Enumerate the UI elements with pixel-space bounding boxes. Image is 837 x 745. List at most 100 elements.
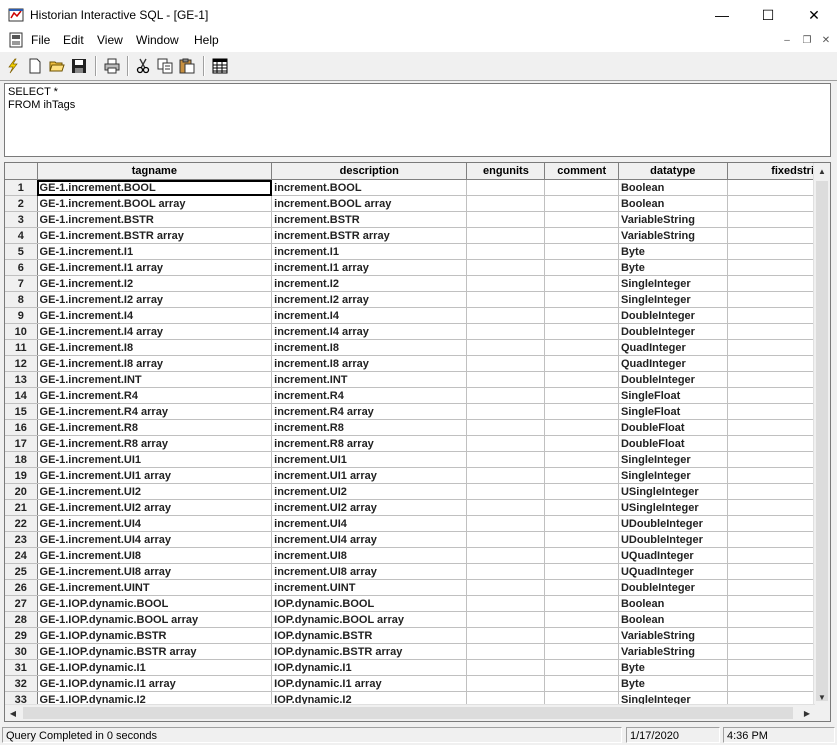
- table-row[interactable]: 14 GE-1.increment.R4 increment.R4 SingleFlo…: [5, 387, 815, 404]
- comment-cell[interactable]: [544, 675, 619, 692]
- row-number[interactable]: 5: [5, 243, 38, 260]
- engunits-cell[interactable]: [466, 595, 546, 612]
- datatype-cell[interactable]: Byte: [618, 259, 728, 276]
- description-cell[interactable]: increment.UI2 array: [271, 499, 468, 516]
- description-cell[interactable]: increment.UI8 array: [271, 563, 468, 580]
- datatype-cell[interactable]: VariableString: [618, 227, 728, 244]
- table-row[interactable]: 19 GE-1.increment.UI1 array increment.UI1 …: [5, 467, 815, 484]
- description-cell[interactable]: increment.I1 array: [271, 259, 468, 276]
- fixedstringlength-cell[interactable]: [727, 371, 815, 388]
- description-cell[interactable]: increment.UI4: [271, 515, 468, 532]
- description-cell[interactable]: increment.BSTR array: [271, 227, 468, 244]
- table-row[interactable]: 5 GE-1.increment.I1 increment.I1 Byte: [5, 243, 815, 260]
- engunits-cell[interactable]: [466, 339, 546, 356]
- table-row[interactable]: 24 GE-1.increment.UI8 increment.UI8 UQuadIn…: [5, 547, 815, 564]
- fixedstringlength-cell[interactable]: [727, 419, 815, 436]
- table-row[interactable]: 2 GE-1.increment.BOOL array increment.BOOL…: [5, 195, 815, 212]
- engunits-cell[interactable]: [466, 547, 546, 564]
- new-button[interactable]: [24, 55, 46, 77]
- comment-cell[interactable]: [544, 259, 619, 276]
- mdi-minimize-button[interactable]: –: [780, 34, 794, 47]
- datatype-cell[interactable]: SingleInteger: [618, 275, 728, 292]
- execute-button[interactable]: [2, 55, 24, 77]
- comment-cell[interactable]: [544, 611, 619, 628]
- fixedstringlength-cell[interactable]: [727, 355, 815, 372]
- engunits-cell[interactable]: [466, 195, 546, 212]
- fixedstringlength-cell[interactable]: [727, 467, 815, 484]
- table-row[interactable]: 16 GE-1.increment.R8 increment.R8 DoubleFlo…: [5, 419, 815, 436]
- datatype-cell[interactable]: Boolean: [618, 179, 728, 196]
- comment-cell[interactable]: [544, 371, 619, 388]
- engunits-cell[interactable]: [466, 291, 546, 308]
- engunits-cell[interactable]: [466, 387, 546, 404]
- tagname-cell[interactable]: GE-1.increment.R8 array: [37, 435, 273, 452]
- row-number[interactable]: 21: [5, 499, 38, 516]
- fixedstringlength-cell[interactable]: [727, 675, 815, 692]
- row-number[interactable]: 23: [5, 531, 38, 548]
- row-number[interactable]: 12: [5, 355, 38, 372]
- row-number[interactable]: 7: [5, 275, 38, 292]
- table-row[interactable]: 10 GE-1.increment.I4 array increment.I4 ar…: [5, 323, 815, 340]
- column-header-comment[interactable]: comment: [544, 163, 619, 180]
- datatype-cell[interactable]: UDoubleInteger: [618, 531, 728, 548]
- row-number[interactable]: 3: [5, 211, 38, 228]
- engunits-cell[interactable]: [466, 451, 546, 468]
- datatype-cell[interactable]: DoubleInteger: [618, 371, 728, 388]
- tagname-cell[interactable]: GE-1.increment.UI2: [37, 483, 273, 500]
- fixedstringlength-cell[interactable]: [727, 579, 815, 596]
- row-number[interactable]: 17: [5, 435, 38, 452]
- comment-cell[interactable]: [544, 307, 619, 324]
- fixedstringlength-cell[interactable]: [727, 659, 815, 676]
- comment-cell[interactable]: [544, 467, 619, 484]
- description-cell[interactable]: increment.I8: [271, 339, 468, 356]
- row-number[interactable]: 28: [5, 611, 38, 628]
- row-number[interactable]: 14: [5, 387, 38, 404]
- menu-window[interactable]: Window: [136, 33, 179, 47]
- description-cell[interactable]: increment.R4 array: [271, 403, 468, 420]
- maximize-button[interactable]: ☐: [745, 0, 791, 30]
- comment-cell[interactable]: [544, 659, 619, 676]
- comment-cell[interactable]: [544, 403, 619, 420]
- description-cell[interactable]: increment.INT: [271, 371, 468, 388]
- description-cell[interactable]: increment.UI4 array: [271, 531, 468, 548]
- comment-cell[interactable]: [544, 291, 619, 308]
- fixedstringlength-cell[interactable]: [727, 179, 815, 196]
- tagname-cell[interactable]: GE-1.IOP.dynamic.BSTR: [37, 627, 273, 644]
- datatype-cell[interactable]: DoubleFloat: [618, 435, 728, 452]
- corner-header[interactable]: [5, 163, 38, 180]
- engunits-cell[interactable]: [466, 355, 546, 372]
- open-button[interactable]: [46, 55, 68, 77]
- table-row[interactable]: 13 GE-1.increment.INT increment.INT DoubleI…: [5, 371, 815, 388]
- engunits-cell[interactable]: [466, 499, 546, 516]
- tagname-cell[interactable]: GE-1.increment.UI1 array: [37, 467, 273, 484]
- fixedstringlength-cell[interactable]: [727, 259, 815, 276]
- menu-view[interactable]: View: [97, 33, 123, 47]
- fixedstringlength-cell[interactable]: [727, 227, 815, 244]
- row-number[interactable]: 29: [5, 627, 38, 644]
- fixedstringlength-cell[interactable]: [727, 547, 815, 564]
- row-number[interactable]: 30: [5, 643, 38, 660]
- fixedstringlength-cell[interactable]: [727, 387, 815, 404]
- column-header-engunits[interactable]: engunits: [466, 163, 546, 180]
- datatype-cell[interactable]: SingleInteger: [618, 467, 728, 484]
- comment-cell[interactable]: [544, 451, 619, 468]
- table-row[interactable]: 1 GE-1.increment.BOOL increment.BOOL Boolea…: [5, 179, 815, 196]
- description-cell[interactable]: IOP.dynamic.I2: [271, 691, 468, 705]
- description-cell[interactable]: increment.I8 array: [271, 355, 468, 372]
- engunits-cell[interactable]: [466, 627, 546, 644]
- tagname-cell[interactable]: GE-1.increment.I1: [37, 243, 273, 260]
- tagname-cell[interactable]: GE-1.increment.UI8: [37, 547, 273, 564]
- table-row[interactable]: 25 GE-1.increment.UI8 array increment.UI8 …: [5, 563, 815, 580]
- fixedstringlength-cell[interactable]: [727, 291, 815, 308]
- comment-cell[interactable]: [544, 579, 619, 596]
- datatype-cell[interactable]: UDoubleInteger: [618, 515, 728, 532]
- datatype-cell[interactable]: Boolean: [618, 611, 728, 628]
- menu-edit[interactable]: Edit: [63, 33, 84, 47]
- table-row[interactable]: 3 GE-1.increment.BSTR increment.BSTR Variab…: [5, 211, 815, 228]
- fixedstringlength-cell[interactable]: [727, 691, 815, 705]
- engunits-cell[interactable]: [466, 435, 546, 452]
- datatype-cell[interactable]: Boolean: [618, 595, 728, 612]
- print-button[interactable]: [101, 55, 123, 77]
- datatype-cell[interactable]: DoubleInteger: [618, 307, 728, 324]
- comment-cell[interactable]: [544, 483, 619, 500]
